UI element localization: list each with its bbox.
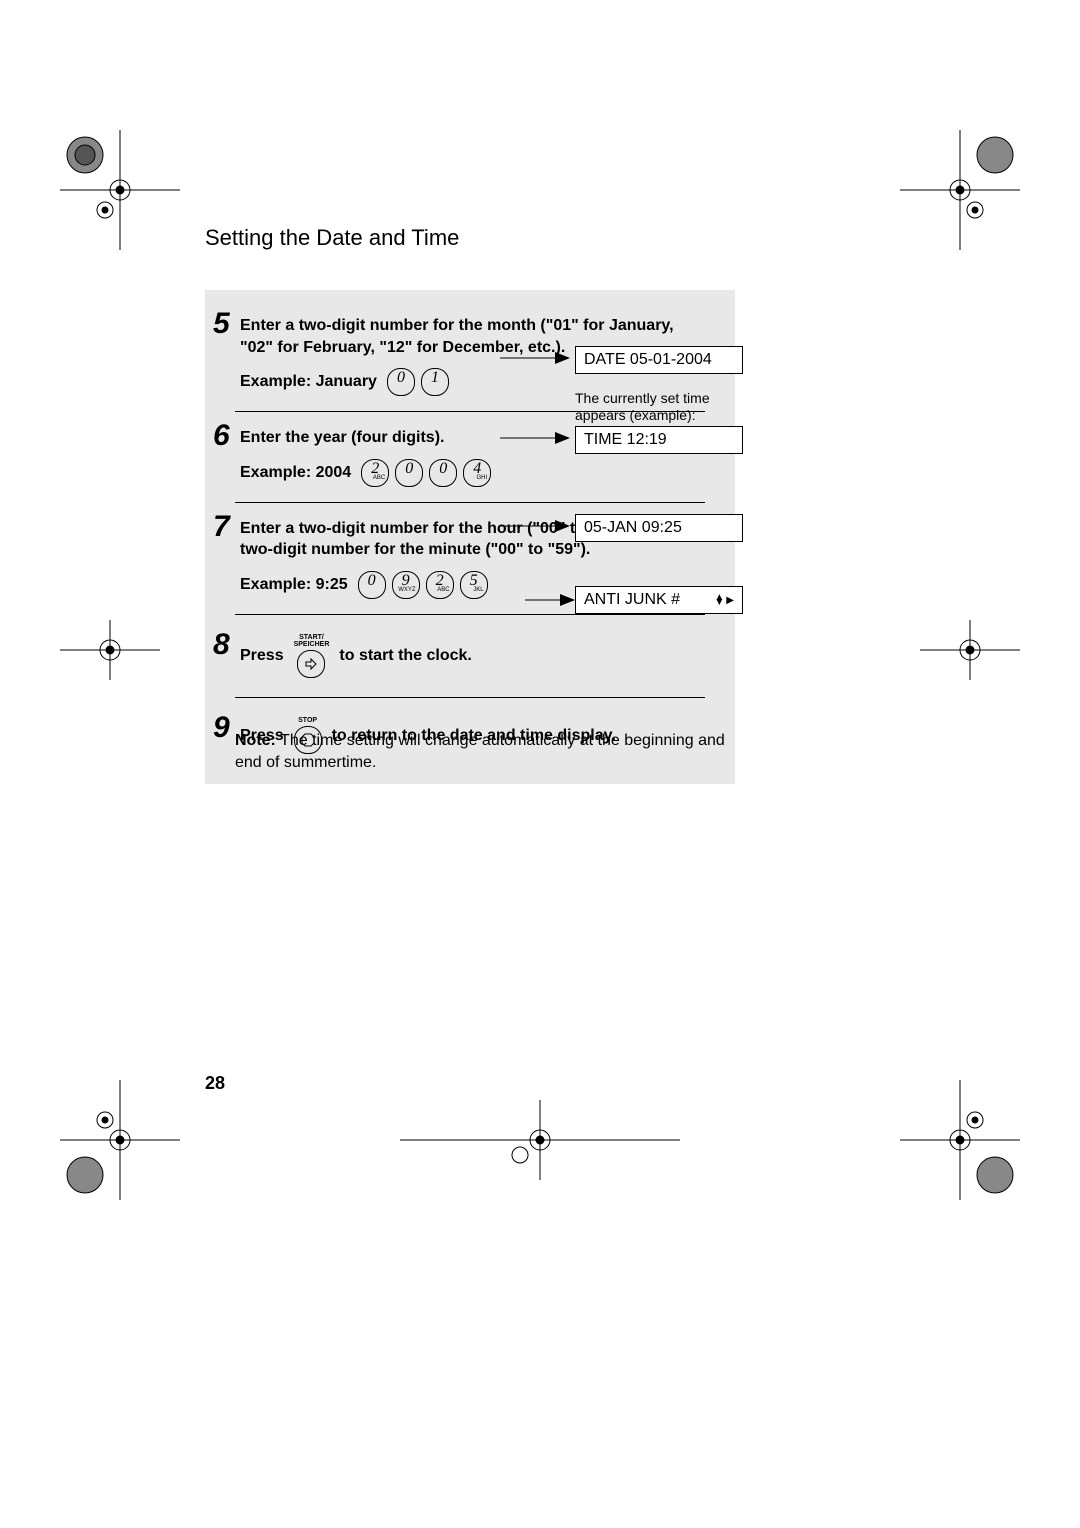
crop-mark-bottom-right <box>900 1080 1020 1200</box>
keycap: 5JKL <box>460 571 488 599</box>
example-label: Example: 9:25 <box>240 576 348 594</box>
crop-mark-mid-right <box>920 620 1020 680</box>
note-prefix: Note: <box>235 732 276 749</box>
lcd-display: 05-JAN 09:25 <box>575 514 743 542</box>
start-button-label: START/ SPEICHER <box>294 634 330 648</box>
crop-mark-mid-left <box>60 620 160 680</box>
after-label: to start the clock. <box>339 645 471 667</box>
crop-mark-top-right <box>900 130 1020 250</box>
note: Note: The time setting will change autom… <box>235 730 745 773</box>
page-title: Setting the Date and Time <box>205 225 459 251</box>
arrow-icon <box>500 430 570 446</box>
keycap: 2ABC <box>426 571 454 599</box>
step-number: 7 <box>213 510 230 544</box>
crop-mark-bottom-left <box>60 1080 180 1200</box>
lcd-display: DATE 05-01-2004 <box>575 346 743 374</box>
lcd-display: ANTI JUNK # ▲▼ ▶ <box>575 586 743 614</box>
divider <box>235 614 705 615</box>
side-note: The currently set time appears (example)… <box>575 390 745 424</box>
step-8: 8 Press START/ SPEICHER to start the clo… <box>205 620 735 692</box>
example-label: Example: 2004 <box>240 464 351 482</box>
step-instruction: Press START/ SPEICHER to start the clock… <box>240 634 705 678</box>
step-number: 6 <box>213 419 230 453</box>
arrow-icon <box>525 592 575 608</box>
play-icon: ▶ <box>726 595 734 606</box>
step-number: 8 <box>213 628 230 662</box>
keycap: 0 <box>358 571 386 599</box>
step-number: 9 <box>213 711 230 745</box>
keycap: 0 <box>387 368 415 396</box>
keycap: 0 <box>429 459 457 487</box>
keycap: 9WXYZ <box>392 571 420 599</box>
lcd-display: TIME 12:19 <box>575 426 743 454</box>
example-label: Example: January <box>240 373 377 391</box>
start-icon <box>297 650 325 678</box>
keycap: 2ABC <box>361 459 389 487</box>
step-number: 5 <box>213 307 230 341</box>
keycap: 1 <box>421 368 449 396</box>
example-row: Example: 2004 2ABC 0 0 4GHI <box>240 459 705 487</box>
up-down-icon: ▲▼ <box>714 595 724 605</box>
arrow-icon <box>500 518 570 534</box>
divider <box>235 697 705 698</box>
stop-button-label: STOP <box>298 717 317 724</box>
page-number: 28 <box>205 1073 225 1094</box>
crop-mark-top-left <box>60 130 180 250</box>
keycap: 4GHI <box>463 459 491 487</box>
note-text: The time setting will change automatical… <box>235 732 725 771</box>
keycap: 0 <box>395 459 423 487</box>
arrow-icon <box>500 350 570 366</box>
divider <box>235 502 705 503</box>
page: Setting the Date and Time 5 Enter a two-… <box>0 0 1080 1528</box>
crop-mark-bottom-center <box>400 1100 680 1180</box>
press-label: Press <box>240 645 284 667</box>
start-button-wrap: START/ SPEICHER <box>294 634 330 678</box>
